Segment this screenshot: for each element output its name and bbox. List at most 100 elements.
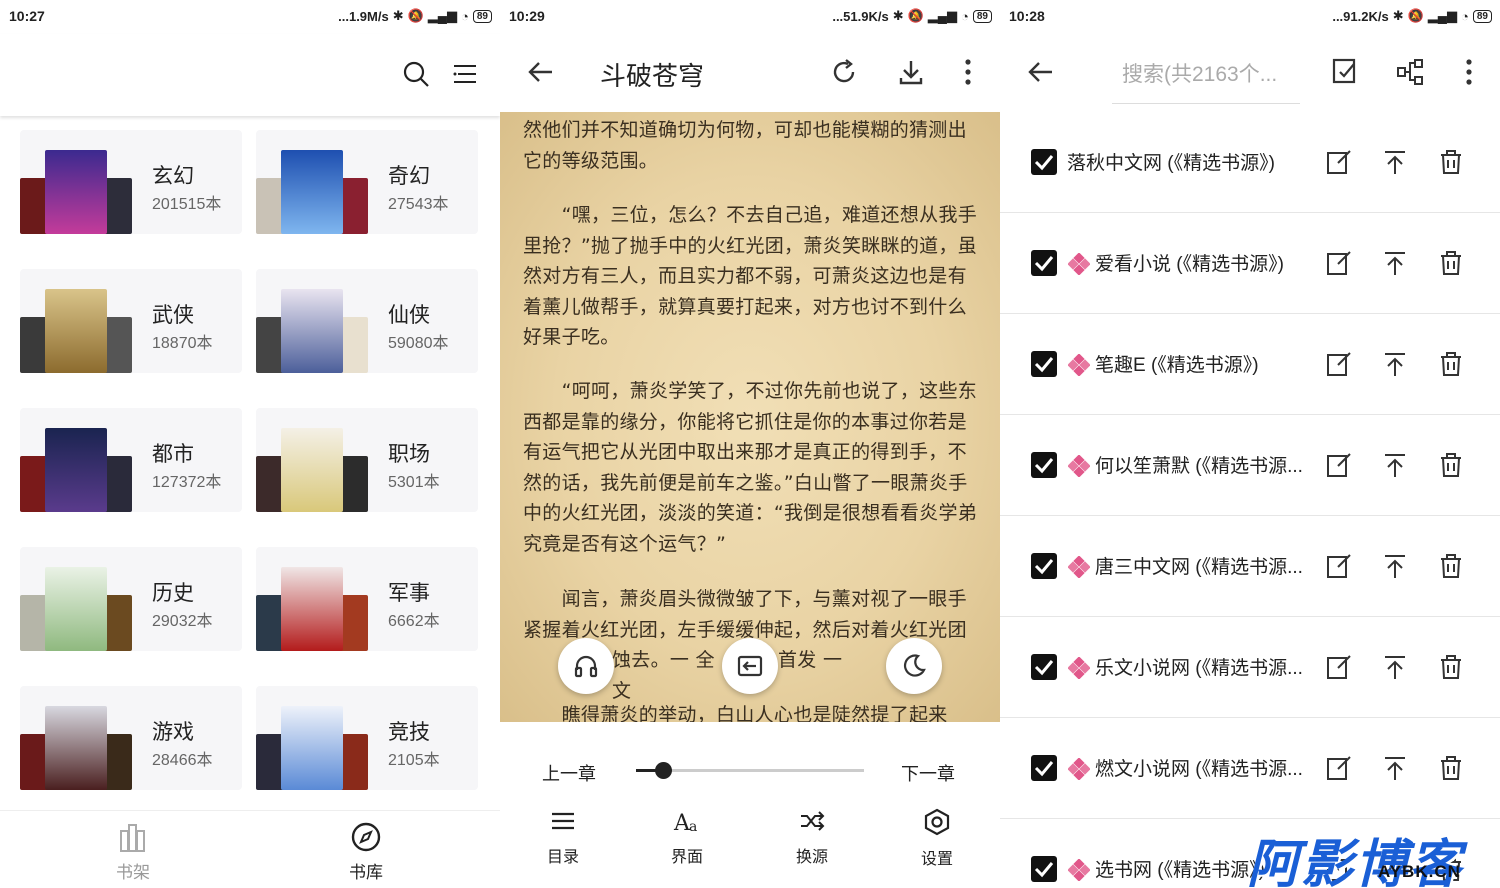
- chapter-progress-thumb[interactable]: [655, 762, 673, 779]
- category-card[interactable]: 玄幻 201515本: [20, 130, 242, 234]
- category-card[interactable]: 历史 29032本: [20, 547, 242, 651]
- move-to-top-icon[interactable]: [1382, 654, 1408, 685]
- signal-icon: ▂▄▆: [427, 8, 458, 23]
- cover-stack: [256, 706, 368, 790]
- source-checkbox[interactable]: [1031, 654, 1057, 680]
- source-row[interactable]: 燃文小说网 (《精选书源...: [1000, 718, 1500, 819]
- auto-page-button[interactable]: [722, 638, 778, 694]
- category-name: 玄幻: [152, 165, 194, 188]
- delete-icon[interactable]: [1438, 654, 1464, 685]
- edit-icon[interactable]: [1326, 351, 1352, 382]
- status-right: ...1.9M/s ✱ 🔕 ▂▄▆ ◔ 89: [338, 8, 492, 24]
- source-type-icon: [1067, 656, 1091, 684]
- nav-library-label: 书库: [349, 863, 383, 882]
- next-chapter-button[interactable]: 下一章: [901, 760, 955, 786]
- source-checkbox[interactable]: [1031, 452, 1057, 478]
- source-search-input[interactable]: 搜索(共2163个...: [1112, 54, 1300, 104]
- network-speed: ...91.2K/s: [1332, 8, 1389, 24]
- settings-button[interactable]: 设置: [897, 808, 977, 869]
- headphones-button[interactable]: [558, 638, 614, 694]
- source-checkbox[interactable]: [1031, 250, 1057, 276]
- compass-icon: [351, 822, 381, 852]
- status-time: 10:28: [1009, 8, 1045, 24]
- edit-icon[interactable]: [1326, 149, 1352, 180]
- edit-icon[interactable]: [1326, 452, 1352, 483]
- interface-button[interactable]: Aa 界面: [647, 808, 727, 867]
- signal-icon: ▂▄▆: [1427, 8, 1458, 23]
- source-row[interactable]: 笔趣E (《精选书源》): [1000, 314, 1500, 415]
- delete-icon[interactable]: [1438, 755, 1464, 786]
- status-bar: 10:28 ...91.2K/s ✱ 🔕 ▂▄▆ ◔ 89: [1000, 0, 1500, 34]
- move-to-top-icon[interactable]: [1382, 250, 1408, 281]
- cover-stack: [20, 567, 132, 651]
- change-source-label: 换源: [795, 849, 828, 866]
- more-vert-icon[interactable]: [1463, 58, 1475, 91]
- source-row[interactable]: 唐三中文网 (《精选书源...: [1000, 516, 1500, 617]
- more-vert-icon[interactable]: [962, 58, 974, 91]
- source-checkbox[interactable]: [1031, 553, 1057, 579]
- battery-icon: 89: [972, 9, 992, 23]
- signal-icon: ▂▄▆: [927, 8, 958, 23]
- move-to-top-icon[interactable]: [1382, 149, 1408, 180]
- edit-icon[interactable]: [1326, 553, 1352, 584]
- toc-button[interactable]: 目录: [523, 808, 603, 867]
- paragraph: “呵呵，萧炎学笑了，不过你先前也说了，这些东西都是靠的缘分，你能将它抓住是你的本…: [523, 380, 978, 555]
- category-card[interactable]: 武侠 18870本: [20, 269, 242, 373]
- delete-icon[interactable]: [1438, 149, 1464, 180]
- edit-icon[interactable]: [1326, 755, 1352, 786]
- edit-icon[interactable]: [1326, 250, 1352, 281]
- category-count: 127372本: [152, 474, 222, 491]
- paragraph: 闻言，萧炎眉头微微皱了下，与薰对视了一眼手紧握着火红光团，左手缓缓伸起，然后对着…: [523, 588, 967, 641]
- source-row[interactable]: 落秋中文网 (《精选书源》): [1000, 112, 1500, 213]
- auto-page-icon: [737, 655, 763, 677]
- source-checkbox[interactable]: [1031, 856, 1057, 882]
- download-icon[interactable]: [897, 58, 925, 91]
- filter-list-icon[interactable]: [452, 60, 478, 93]
- night-mode-button[interactable]: [886, 638, 942, 694]
- category-count: 59080本: [388, 335, 449, 352]
- category-card[interactable]: 军事 6662本: [256, 547, 478, 651]
- nav-bookshelf[interactable]: 书架: [73, 821, 193, 883]
- source-row[interactable]: 乐文小说网 (《精选书源...: [1000, 617, 1500, 718]
- source-checkbox[interactable]: [1031, 755, 1057, 781]
- change-source-button[interactable]: 换源: [772, 808, 852, 867]
- edit-check-icon[interactable]: [1332, 58, 1358, 89]
- category-card[interactable]: 仙侠 59080本: [256, 269, 478, 373]
- source-row[interactable]: 爱看小说 (《精选书源》): [1000, 213, 1500, 314]
- refresh-icon[interactable]: [830, 58, 858, 91]
- library-appbar: [0, 34, 500, 116]
- reader-appbar: 斗破苍穹: [500, 34, 1000, 112]
- category-count: 28466本: [152, 752, 213, 769]
- move-to-top-icon[interactable]: [1382, 755, 1408, 786]
- move-to-top-icon[interactable]: [1382, 351, 1408, 382]
- edit-icon[interactable]: [1326, 654, 1352, 685]
- delete-icon[interactable]: [1438, 553, 1464, 584]
- network-speed: ...51.9K/s: [832, 8, 889, 24]
- back-arrow-icon[interactable]: [1026, 58, 1054, 91]
- source-checkbox[interactable]: [1031, 351, 1057, 377]
- delete-icon[interactable]: [1438, 452, 1464, 483]
- category-card[interactable]: 都市 127372本: [20, 408, 242, 512]
- battery-icon: 89: [1472, 9, 1492, 23]
- group-tree-icon[interactable]: [1396, 58, 1424, 91]
- status-time: 10:29: [509, 8, 545, 24]
- bookshelf-icon: [120, 824, 145, 852]
- source-checkbox[interactable]: [1031, 149, 1057, 175]
- category-name: 奇幻: [388, 165, 430, 188]
- back-arrow-icon[interactable]: [526, 58, 554, 91]
- reading-area[interactable]: 然他们并不知道确切为何物，可却也能模糊的猜测出它的等级范围。 “嘿，三位，怎么？…: [500, 112, 1000, 726]
- moon-icon: [903, 654, 926, 677]
- category-name: 仙侠: [388, 304, 430, 327]
- category-card[interactable]: 职场 5301本: [256, 408, 478, 512]
- category-card[interactable]: 奇幻 27543本: [256, 130, 478, 234]
- category-card[interactable]: 游戏 28466本: [20, 686, 242, 790]
- source-row[interactable]: 何以笙萧默 (《精选书源...: [1000, 415, 1500, 516]
- search-icon[interactable]: [402, 60, 430, 93]
- nav-library[interactable]: 书库: [306, 821, 426, 883]
- delete-icon[interactable]: [1438, 351, 1464, 382]
- move-to-top-icon[interactable]: [1382, 452, 1408, 483]
- delete-icon[interactable]: [1438, 250, 1464, 281]
- move-to-top-icon[interactable]: [1382, 553, 1408, 584]
- prev-chapter-button[interactable]: 上一章: [542, 760, 596, 786]
- category-card[interactable]: 竞技 2105本: [256, 686, 478, 790]
